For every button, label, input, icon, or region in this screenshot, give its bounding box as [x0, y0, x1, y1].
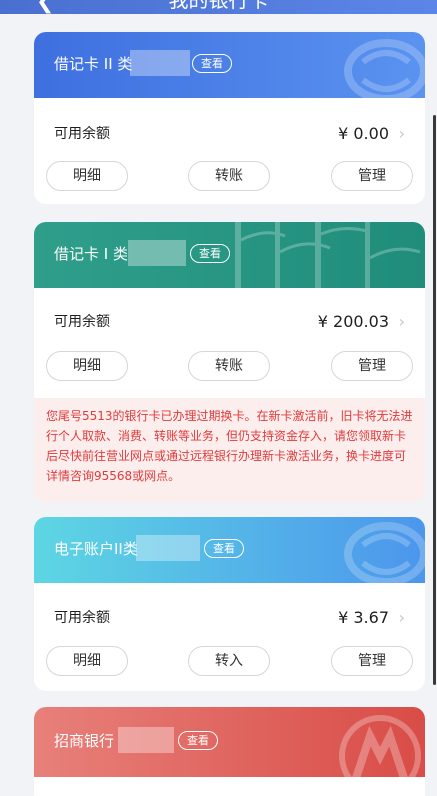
balance-value: ¥ 200.03 [317, 312, 389, 331]
balance-row[interactable]: 可用余额 ¥ 200.03 › [54, 311, 405, 333]
view-card-number-button[interactable]: 查看 [204, 539, 244, 558]
balance-label: 可用余额 [54, 314, 110, 330]
view-card-number-button[interactable]: 查看 [178, 731, 218, 750]
bank-logo-icon [339, 715, 421, 777]
card-name: 电子账户II类 [54, 540, 138, 558]
balance-label: 可用余额 [54, 610, 110, 626]
chevron-right-icon: › [398, 124, 405, 143]
card-header: 借记卡 II 类 查看 [34, 32, 425, 98]
bank-card-e-account-ii[interactable]: 电子账户II类 查看 可用余额 ¥ 3.67 › 明细 转入 管理 [34, 517, 425, 691]
bank-card-debit-ii[interactable]: 借记卡 II 类 查看 可用余额 ¥ 0.00 › 明细 转账 管理 [34, 32, 425, 204]
masked-card-number [136, 535, 200, 561]
details-button[interactable]: 明细 [46, 646, 128, 676]
card-header: 招商银行 查看 [34, 707, 425, 777]
chevron-right-icon: › [398, 608, 405, 627]
deposit-button[interactable]: 转入 [188, 646, 270, 676]
card-name: 借记卡 I 类 [54, 245, 128, 263]
page-title: 我的银行卡 [168, 0, 269, 12]
view-card-number-button[interactable]: 查看 [192, 54, 232, 73]
masked-card-number [130, 50, 190, 76]
details-button[interactable]: 明细 [46, 161, 128, 191]
card-header: 借记卡 I 类 查看 [34, 222, 425, 288]
balance-row[interactable]: 可用余额 ¥ 3.67 › [54, 607, 405, 629]
card-name: 招商银行 [54, 732, 115, 750]
card-replacement-notice: 您尾号5513的银行卡已办理过期换卡。在新卡激活前，旧卡将无法进行个人取款、消费… [34, 398, 425, 502]
balance-label: 可用余额 [54, 126, 110, 142]
chevron-right-icon: › [398, 312, 405, 331]
bank-card-debit-i[interactable]: 借记卡 I 类 查看 可用余额 ¥ 200.03 › 明细 转账 管理 [34, 222, 425, 398]
masked-card-number [118, 727, 174, 753]
masked-card-number [128, 240, 186, 266]
manage-button[interactable]: 管理 [331, 161, 413, 191]
balance-value: ¥ 0.00 [338, 124, 389, 143]
details-button[interactable]: 明细 [46, 351, 128, 381]
transfer-button[interactable]: 转账 [188, 161, 270, 191]
bank-logo-icon [344, 39, 425, 98]
bank-logo-icon [344, 522, 425, 583]
bamboo-pattern-icon [235, 222, 421, 288]
balance-row[interactable]: 可用余额 ¥ 0.00 › [54, 123, 405, 145]
card-header: 电子账户II类 查看 [34, 517, 425, 583]
transfer-button[interactable]: 转账 [188, 351, 270, 381]
balance-value: ¥ 3.67 [338, 608, 389, 627]
nav-bar: ❮ 我的银行卡 [0, 0, 437, 14]
manage-button[interactable]: 管理 [331, 646, 413, 676]
manage-button[interactable]: 管理 [331, 351, 413, 381]
scrollbar[interactable] [433, 115, 436, 685]
bank-card-cmb[interactable]: 招商银行 查看 [34, 707, 425, 796]
card-name: 借记卡 II 类 [54, 55, 133, 73]
